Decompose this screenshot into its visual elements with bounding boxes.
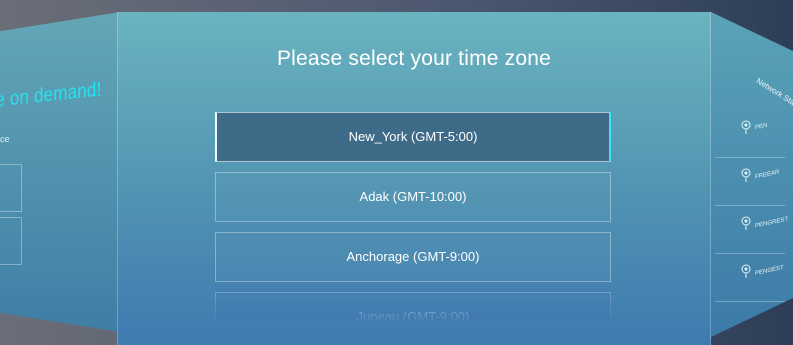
time-zone-option[interactable]: Anchorage (GMT-9:00) [215, 232, 611, 282]
left-panel-subtext: ce [0, 133, 10, 145]
left-panel-box [0, 217, 22, 265]
network-item[interactable]: FREEAR [715, 160, 785, 206]
time-zone-option[interactable]: Juneau (GMT-9:00) [215, 292, 611, 320]
network-status-title: Network Status [754, 76, 793, 113]
network-item[interactable]: PEN [715, 112, 785, 158]
network-item-label: PENGEST [755, 264, 784, 278]
time-zone-list[interactable]: New_York (GMT-5:00) Adak (GMT-10:00) Anc… [215, 112, 611, 320]
time-zone-panel: Please select your time zone New_York (G… [117, 12, 711, 345]
wifi-icon [741, 264, 751, 278]
time-zone-option[interactable]: Adak (GMT-10:00) [215, 172, 611, 222]
time-zone-screen: e on demand! ce Please select your time … [0, 0, 793, 345]
left-side-panel: e on demand! ce [0, 12, 120, 332]
left-panel-box [0, 164, 22, 212]
wifi-icon [741, 120, 751, 134]
wifi-icon [741, 216, 751, 230]
network-item[interactable]: PENGREST [715, 208, 789, 254]
network-item-label: PEN [755, 122, 768, 132]
left-panel-headline: e on demand! [0, 78, 102, 112]
wifi-icon [741, 168, 751, 182]
network-status-panel: Network Status PEN FREEAR PENGREST PENGE… [711, 12, 793, 337]
network-item[interactable]: PENGEST [715, 256, 785, 302]
page-title: Please select your time zone [276, 47, 552, 70]
time-zone-option-selected[interactable]: New_York (GMT-5:00) [215, 112, 611, 162]
network-item-label: PENGREST [755, 216, 789, 230]
network-item-label: FREEAR [755, 169, 780, 181]
